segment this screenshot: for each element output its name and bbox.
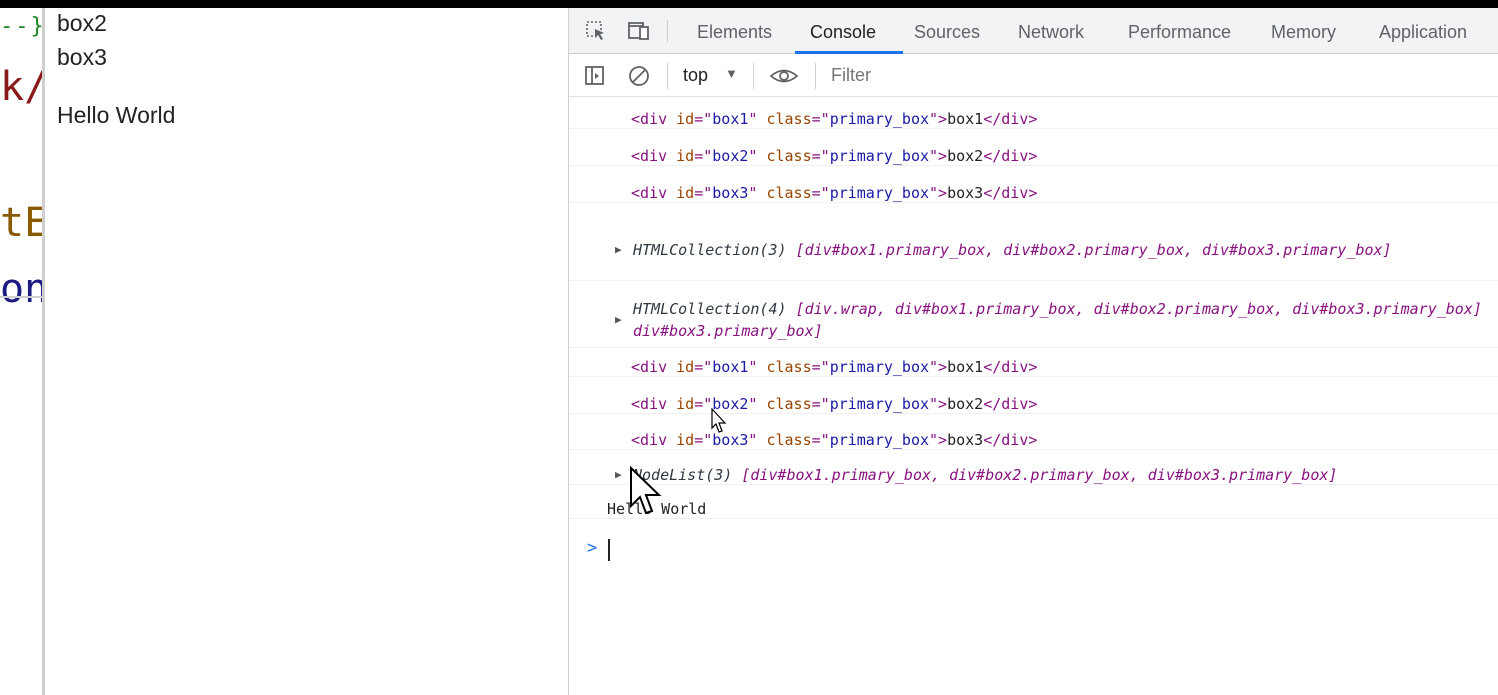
toolbar-separator-2	[753, 63, 754, 89]
console-message-html[interactable]: <div id="box3" class="primary_box">box3<…	[569, 431, 1498, 450]
console-output: <div id="box1" class="primary_box">box1<…	[569, 98, 1498, 695]
tab-sources[interactable]: Sources	[914, 22, 980, 43]
page-text-hello: Hello World	[57, 102, 176, 128]
console-toolbar: top ▼ Filter	[569, 55, 1498, 97]
toolbar-separator-3	[815, 63, 816, 89]
live-expression-eye-icon[interactable]	[769, 64, 799, 88]
tab-console[interactable]: Console	[810, 22, 876, 43]
devtools-tabbar: Elements Console Sources Network Perform…	[569, 8, 1498, 54]
console-message-collection[interactable]: ▶ HTMLCollection(4) [div.wrap, div#box1.…	[569, 298, 1498, 348]
expand-triangle-icon[interactable]: ▶	[615, 243, 622, 256]
editor-fragment-method: tE	[0, 200, 43, 246]
code-editor-fragment: --} k/ tE on	[0, 8, 43, 695]
editor-fragment-tag: k/	[0, 64, 43, 110]
console-message-html[interactable]: <div id="box3" class="primary_box">box3<…	[569, 184, 1498, 203]
inspect-element-icon[interactable]	[585, 20, 607, 42]
page-viewport: box2 box3 Hello World	[45, 8, 568, 695]
page-text-box3: box3	[57, 44, 107, 70]
editor-divider	[0, 296, 43, 298]
active-tab-indicator	[795, 51, 903, 54]
tab-elements[interactable]: Elements	[697, 22, 772, 43]
toolbar-separator	[667, 63, 668, 89]
filter-input[interactable]: Filter	[831, 65, 871, 86]
tab-application[interactable]: Application	[1379, 22, 1467, 43]
console-message-nodelist[interactable]: ▶ NodeList(3) [div#box1.primary_box, div…	[569, 466, 1498, 485]
mouse-pointer-icon-small	[711, 407, 727, 438]
sidebar-toggle-icon[interactable]	[583, 64, 607, 88]
console-message-html[interactable]: <div id="box2" class="primary_box">box2<…	[569, 395, 1498, 414]
editor-fragment-text: on	[0, 266, 43, 312]
tab-network[interactable]: Network	[1018, 22, 1084, 43]
console-message-html[interactable]: <div id="box1" class="primary_box">box1<…	[569, 110, 1498, 129]
top-bar	[0, 0, 1498, 8]
mouse-pointer-icon	[629, 465, 663, 520]
tab-memory[interactable]: Memory	[1271, 22, 1336, 43]
devtools-panel: Elements Console Sources Network Perform…	[568, 8, 1498, 695]
editor-fragment-comment: --}	[0, 14, 43, 39]
expand-triangle-icon[interactable]: ▶	[615, 468, 622, 481]
console-message-log[interactable]: Hello World	[569, 500, 1498, 519]
device-toolbar-icon[interactable]	[627, 20, 649, 42]
console-message-html[interactable]: <div id="box2" class="primary_box">box2<…	[569, 147, 1498, 166]
tabbar-separator	[667, 20, 668, 42]
console-input-caret[interactable]	[608, 539, 610, 561]
chevron-down-icon[interactable]: ▼	[725, 66, 738, 81]
clear-console-icon[interactable]	[627, 64, 651, 88]
console-message-html[interactable]: <div id="box1" class="primary_box">box1<…	[569, 358, 1498, 377]
page-text-box2: box2	[57, 10, 107, 36]
console-prompt-chevron-icon: >	[587, 538, 598, 558]
console-message-collection[interactable]: ▶ HTMLCollection(3) [div#box1.primary_bo…	[569, 241, 1498, 281]
context-selector[interactable]: top	[683, 65, 708, 86]
tab-performance[interactable]: Performance	[1128, 22, 1231, 43]
expand-triangle-icon[interactable]: ▶	[615, 309, 622, 331]
